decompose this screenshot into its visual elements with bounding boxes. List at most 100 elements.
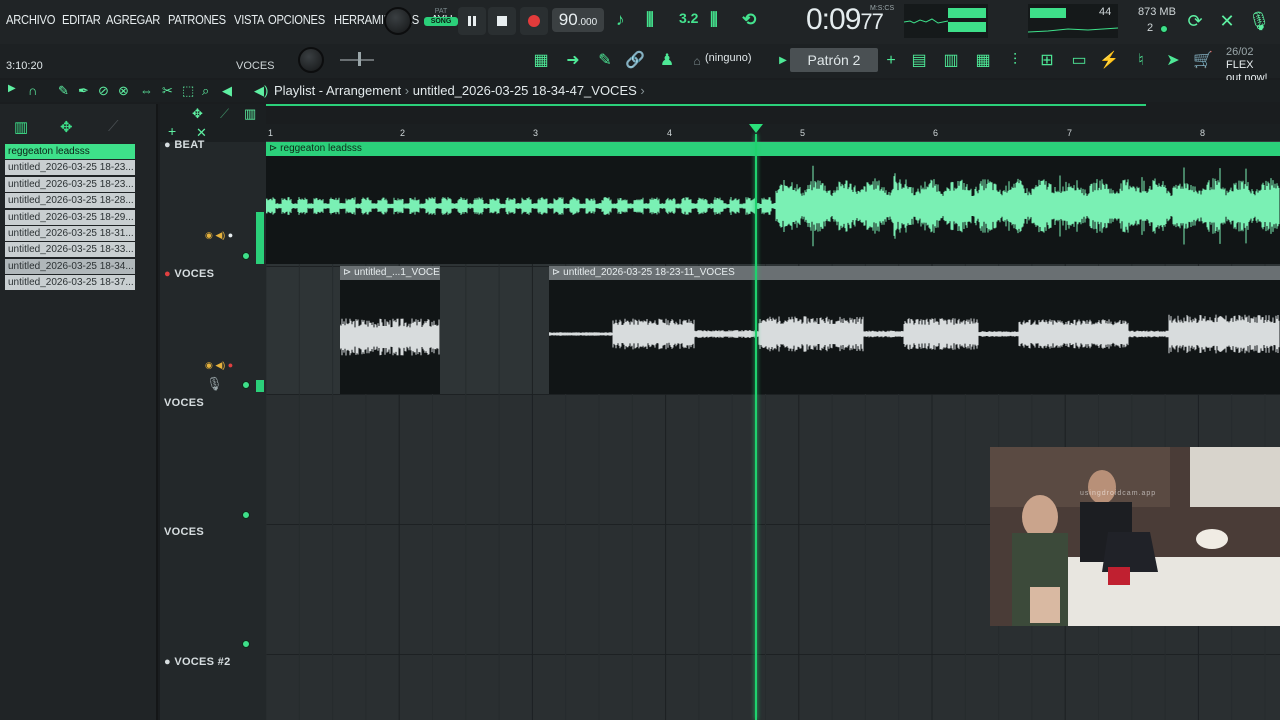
webcam-watermark: usingdroidcam.app	[1080, 490, 1157, 497]
audio-clip-small-icon[interactable]: ✥	[60, 118, 73, 136]
clip-list-item[interactable]: untitled_2026-03-25 18-37...	[5, 275, 135, 291]
audio-clip-voice-2-label[interactable]: ⊳ untitled_2026-03-25 18-23-11_VOCES	[549, 266, 1280, 280]
playback-tool-icon[interactable]: ◀	[222, 83, 232, 99]
plugin-icon[interactable]: ⚡	[1096, 49, 1122, 73]
arrow-right-icon[interactable]: ➜	[560, 49, 586, 73]
mute-tool-icon[interactable]: ⊗	[118, 83, 129, 99]
tempo-display[interactable]: 90.000	[552, 8, 604, 32]
piano-roll-view-icon[interactable]: ▥	[938, 49, 964, 73]
track-voces-controls[interactable]: ◉ ◀) ●	[205, 360, 233, 371]
menu-editar[interactable]: EDITAR	[62, 12, 101, 27]
piano-roll-icon[interactable]: ▦	[528, 49, 554, 73]
channel-rack-view-icon[interactable]: ▦	[970, 49, 996, 73]
master-volume-knob[interactable]	[384, 7, 412, 35]
pencil-tool-icon[interactable]: ✎	[58, 83, 69, 99]
add-track-button[interactable]: +	[168, 123, 176, 139]
poly-led	[1160, 25, 1168, 33]
automation-small-icon[interactable]: ⟋	[108, 118, 119, 135]
track-beat-controls[interactable]: ◉ ◀) ●	[205, 230, 233, 241]
browser-icon[interactable]: ⊞	[1034, 49, 1060, 73]
track-name-voces-3[interactable]: VOCES	[164, 526, 204, 538]
playhead-marker[interactable]	[749, 124, 763, 133]
stop-button[interactable]	[488, 7, 516, 35]
piano-roll-small-icon[interactable]: ▥	[14, 118, 28, 136]
track-voces-2-led[interactable]	[242, 511, 250, 519]
record-button[interactable]	[520, 7, 548, 35]
clock-unit-label: M:S:CS	[870, 5, 895, 12]
add-pattern-button[interactable]: +	[878, 49, 904, 73]
pitch-slider-handle[interactable]	[358, 52, 361, 66]
ruler-bar-number: 8	[1200, 128, 1206, 138]
track-beat-led[interactable]	[242, 252, 250, 260]
wait-for-input-icon[interactable]: ⫼	[646, 10, 654, 30]
pencil-icon[interactable]: ✎	[592, 49, 618, 73]
delete-tool-icon[interactable]: ⊘	[98, 83, 109, 99]
magnet-icon[interactable]: ∩	[28, 83, 37, 98]
speaker-icon[interactable]: ◀)	[254, 83, 268, 99]
pitch-slider[interactable]	[340, 59, 374, 61]
menu-agregar[interactable]: AGREGAR	[106, 12, 160, 27]
ram-usage: 873 MB	[1138, 6, 1176, 18]
track-header-toolbar: ✥ ⟋ ▥ + ✕	[160, 104, 266, 142]
clip-list-item[interactable]: untitled_2026-03-25 18-23...	[5, 176, 135, 192]
waveform-icon[interactable]: ✥	[192, 106, 203, 122]
metronome-icon[interactable]: ♪	[616, 10, 625, 30]
menu-archivo[interactable]: ARCHIVO	[6, 12, 55, 27]
zoom-tool-icon[interactable]: ⌕	[202, 83, 209, 99]
step-edit-icon[interactable]: ⫼	[710, 10, 718, 30]
brush-tool-icon[interactable]: ✒	[78, 83, 89, 99]
track-name-beat[interactable]: ● BEAT	[164, 139, 205, 151]
channel-volume-knob[interactable]	[298, 47, 324, 73]
playhead-line[interactable]	[755, 134, 757, 720]
menu-vista[interactable]: VISTA	[234, 12, 264, 27]
playlist-title: Playlist - Arrangement › untitled_2026-0…	[274, 83, 645, 98]
tuning-icon[interactable]: ♮	[1128, 49, 1154, 73]
loop-record-icon[interactable]: ⟲	[742, 10, 756, 30]
shop-icon[interactable]: 🛒	[1190, 49, 1216, 73]
ruler-bar-number: 2	[400, 128, 406, 138]
webcam-scene	[990, 447, 1280, 626]
piano-icon[interactable]: ▥	[244, 106, 256, 122]
playlist-menu-arrow-icon[interactable]: ▶	[8, 83, 16, 94]
clip-list-item[interactable]: reggeaton leadsss	[5, 144, 135, 159]
menu-patrones[interactable]: PATRONES	[168, 12, 226, 27]
track-name-voces[interactable]: ● VOCES	[164, 268, 214, 280]
mixer-icon[interactable]: ⫶	[1002, 49, 1028, 73]
hint-channel-label: VOCES	[236, 60, 275, 72]
select-tool-icon[interactable]: ⬚	[182, 83, 194, 99]
audio-clip-voice-1-label[interactable]: ⊳ untitled_...1_VOCES	[340, 266, 440, 280]
link-icon[interactable]: 🔗	[622, 49, 648, 73]
pause-button[interactable]	[458, 7, 486, 35]
pat-song-toggle[interactable]: PAT SONG	[424, 4, 458, 38]
brush-icon[interactable]: ⟋	[220, 106, 229, 122]
playlist-breadcrumb[interactable]: untitled_2026-03-25 18-34-47_VOCES	[413, 83, 637, 98]
countdown-icon[interactable]: 3.2	[679, 10, 698, 26]
refresh-icon[interactable]: ⟳	[1182, 8, 1208, 34]
slip-tool-icon[interactable]: ⇔	[140, 83, 153, 98]
close-tools-icon[interactable]: ✕	[1214, 8, 1240, 34]
clip-list-item[interactable]: untitled_2026-03-25 18-29...	[5, 209, 135, 225]
channel-selector[interactable]: (ninguno)	[705, 52, 751, 64]
horizontal-scrollbar[interactable]	[266, 104, 1146, 106]
playlist-icon[interactable]: ▤	[906, 49, 932, 73]
oscilloscope-monitor	[903, 4, 949, 38]
clip-list-item[interactable]: untitled_2026-03-25 18-23...	[5, 160, 135, 176]
send-icon[interactable]: ➤	[1160, 49, 1186, 73]
clip-list-item[interactable]: untitled_2026-03-25 18-28...	[5, 193, 135, 209]
track-voces-led[interactable]	[242, 381, 250, 389]
bell-icon[interactable]: ♟	[654, 49, 680, 73]
clip-list-item[interactable]: untitled_2026-03-25 18-31...	[5, 225, 135, 241]
microphone-icon[interactable]: 🎙	[1246, 8, 1272, 34]
timeline-ruler[interactable]	[266, 124, 1280, 142]
track-name-voces-2[interactable]: VOCES	[164, 397, 204, 409]
menu-opciones[interactable]: OPCIONES	[268, 12, 325, 27]
clip-list-item[interactable]: untitled_2026-03-25 18-33...	[5, 242, 135, 258]
track-voces-3-led[interactable]	[242, 640, 250, 648]
audio-clip-beat-label[interactable]: ⊳ reggeaton leadsss	[266, 142, 1280, 156]
track-name-voces-4[interactable]: ● VOCES #2	[164, 656, 231, 668]
pattern-selector[interactable]: Patrón 2	[790, 48, 878, 72]
webcam-overlay	[990, 447, 1280, 626]
clip-list-item[interactable]: untitled_2026-03-25 18-34...	[5, 258, 135, 274]
slice-tool-icon[interactable]: ✂	[162, 83, 173, 99]
project-icon[interactable]: ▭	[1066, 49, 1092, 73]
